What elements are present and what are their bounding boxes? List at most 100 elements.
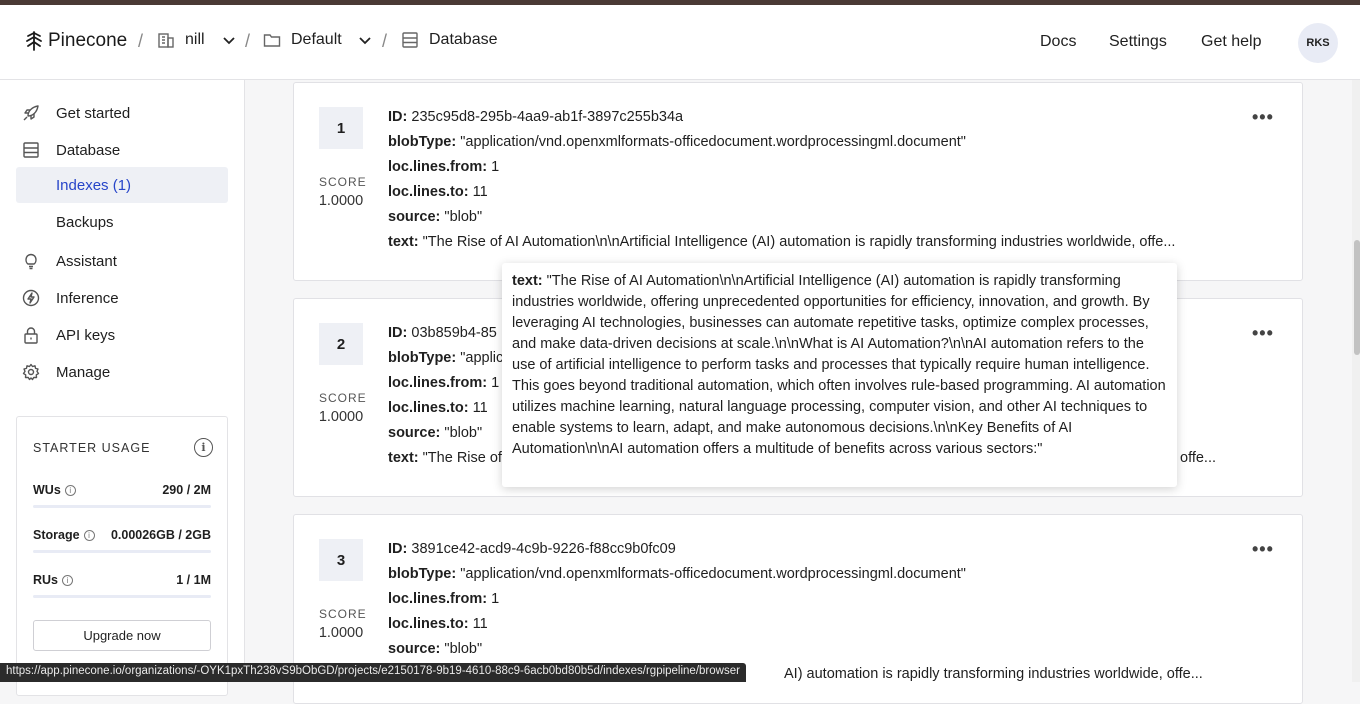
usage-name: RUs	[33, 573, 58, 587]
result-card: 1 SCORE 1.0000 ID: 235c95d8-295b-4aa9-ab…	[293, 82, 1303, 281]
score-label: SCORE	[319, 175, 363, 189]
field-text[interactable]: text: "The Rise of	[388, 450, 502, 466]
more-options-icon[interactable]: •••	[1252, 323, 1274, 344]
field-key: ID:	[388, 325, 407, 341]
docs-link[interactable]: Docs	[1040, 33, 1076, 51]
sidebar-item-inference[interactable]: Inference	[16, 280, 228, 316]
field-key: text:	[388, 234, 419, 250]
usage-name: WUs	[33, 483, 61, 497]
more-options-icon[interactable]: •••	[1252, 107, 1274, 128]
field-key: blobType:	[388, 566, 456, 582]
result-rank: 3	[319, 539, 363, 581]
bolt-icon	[22, 289, 40, 307]
sidebar-item-get-started[interactable]: Get started	[16, 95, 228, 131]
pinecone-logo-icon	[24, 30, 44, 52]
sidebar-item-label: Manage	[56, 364, 110, 381]
settings-link[interactable]: Settings	[1109, 33, 1167, 51]
breadcrumb-organization[interactable]: nill	[157, 31, 236, 49]
sidebar-item-label: Get started	[56, 105, 130, 122]
score-value: 1.0000	[312, 193, 370, 209]
text-tooltip: text: "The Rise of AI Automation\n\nArti…	[502, 263, 1177, 487]
breadcrumb-separator: /	[138, 31, 143, 52]
field-lines-from: loc.lines.from: 1	[388, 375, 499, 391]
field-value: "blob"	[444, 425, 482, 441]
chevron-down-icon	[358, 33, 372, 47]
field-key: loc.lines.to:	[388, 184, 469, 200]
sidebar-item-label: Inference	[56, 290, 119, 307]
info-icon[interactable]: i	[194, 438, 213, 457]
field-key: text:	[388, 450, 419, 466]
usage-panel: STARTER USAGE i WUsi 290 / 2M Storagei 0…	[16, 416, 228, 696]
score-label: SCORE	[319, 391, 363, 405]
field-key: loc.lines.to:	[388, 616, 469, 632]
get-help-link[interactable]: Get help	[1201, 33, 1261, 51]
result-rank: 1	[319, 107, 363, 149]
link-status-bar: https://app.pinecone.io/organizations/-O…	[0, 663, 746, 682]
field-text-tail[interactable]: AI) automation is rapidly transforming i…	[784, 666, 1203, 682]
result-rank: 2	[319, 323, 363, 365]
field-value: "application/vnd.openxmlformats-officedo…	[460, 134, 966, 150]
field-value: 11	[473, 184, 488, 200]
pinecone-logo[interactable]: Pinecone	[24, 30, 127, 52]
sidebar-item-backups[interactable]: Backups	[16, 204, 228, 240]
usage-name: Storage	[33, 528, 80, 542]
score-value: 1.0000	[312, 625, 370, 641]
field-key: source:	[388, 425, 440, 441]
breadcrumb-separator: /	[382, 31, 387, 52]
upgrade-button[interactable]: Upgrade now	[33, 620, 211, 651]
lock-icon	[22, 326, 40, 344]
top-header: Pinecone / nill / Default / Database Doc…	[0, 5, 1360, 80]
field-key: loc.lines.from:	[388, 591, 487, 607]
field-id: ID: 3891ce42-acd9-4c9b-9226-f88cc9b0fc09	[388, 541, 676, 557]
avatar[interactable]: RKS	[1298, 23, 1338, 63]
sidebar-item-manage[interactable]: Manage	[16, 354, 228, 390]
tooltip-value: "The Rise of AI Automation\n\nArtificial…	[512, 273, 1166, 457]
sidebar-item-api-keys[interactable]: API keys	[16, 317, 228, 353]
database-icon	[22, 141, 40, 159]
info-icon[interactable]: i	[65, 485, 76, 496]
field-source: source: "blob"	[388, 425, 482, 441]
lightbulb-icon	[22, 252, 40, 270]
score-value: 1.0000	[312, 409, 370, 425]
usage-value: 0.00026GB / 2GB	[111, 528, 211, 542]
breadcrumb-project[interactable]: Default	[263, 31, 372, 49]
sidebar-item-label: Assistant	[56, 253, 117, 270]
field-value: 1	[491, 591, 499, 607]
field-text[interactable]: text: "The Rise of AI Automation\n\nArti…	[388, 234, 1175, 250]
field-value: 3891ce42-acd9-4c9b-9226-f88cc9b0fc09	[411, 541, 675, 557]
sidebar-item-assistant[interactable]: Assistant	[16, 243, 228, 279]
field-value: "blob"	[444, 209, 482, 225]
sidebar-item-label: Indexes (1)	[56, 177, 131, 194]
usage-value: 1 / 1M	[176, 573, 211, 587]
breadcrumb-database-label: Database	[429, 31, 498, 49]
sidebar-item-database[interactable]: Database	[16, 132, 228, 168]
field-lines-to: loc.lines.to: 11	[388, 616, 488, 632]
breadcrumb-database[interactable]: Database	[401, 31, 498, 49]
field-lines-to: loc.lines.to: 11	[388, 400, 488, 416]
chevron-down-icon	[222, 33, 236, 47]
score-label: SCORE	[319, 607, 363, 621]
field-value: 11	[473, 616, 488, 632]
database-icon	[401, 31, 419, 49]
field-key: source:	[388, 209, 440, 225]
field-value: "applic	[460, 350, 503, 366]
rocket-icon	[22, 104, 40, 122]
scrollbar-thumb[interactable]	[1354, 240, 1360, 355]
more-options-icon[interactable]: •••	[1252, 539, 1274, 560]
tooltip-key: text:	[512, 273, 543, 289]
usage-row-rus: RUsi 1 / 1M	[33, 573, 211, 587]
folder-icon	[263, 31, 281, 49]
sidebar-item-indexes[interactable]: Indexes (1)	[16, 167, 228, 203]
scrollbar-track[interactable]	[1352, 80, 1360, 682]
field-key: blobType:	[388, 134, 456, 150]
sidebar-item-label: Database	[56, 142, 120, 159]
field-id: ID: 235c95d8-295b-4aa9-ab1f-3897c255b34a	[388, 109, 683, 125]
logo-text: Pinecone	[48, 30, 127, 52]
info-icon[interactable]: i	[84, 530, 95, 541]
field-value: "application/vnd.openxmlformats-officedo…	[460, 566, 966, 582]
field-source: source: "blob"	[388, 209, 482, 225]
usage-row-wus: WUsi 290 / 2M	[33, 483, 211, 497]
field-key: ID:	[388, 109, 407, 125]
info-icon[interactable]: i	[62, 575, 73, 586]
sidebar-item-label: API keys	[56, 327, 115, 344]
